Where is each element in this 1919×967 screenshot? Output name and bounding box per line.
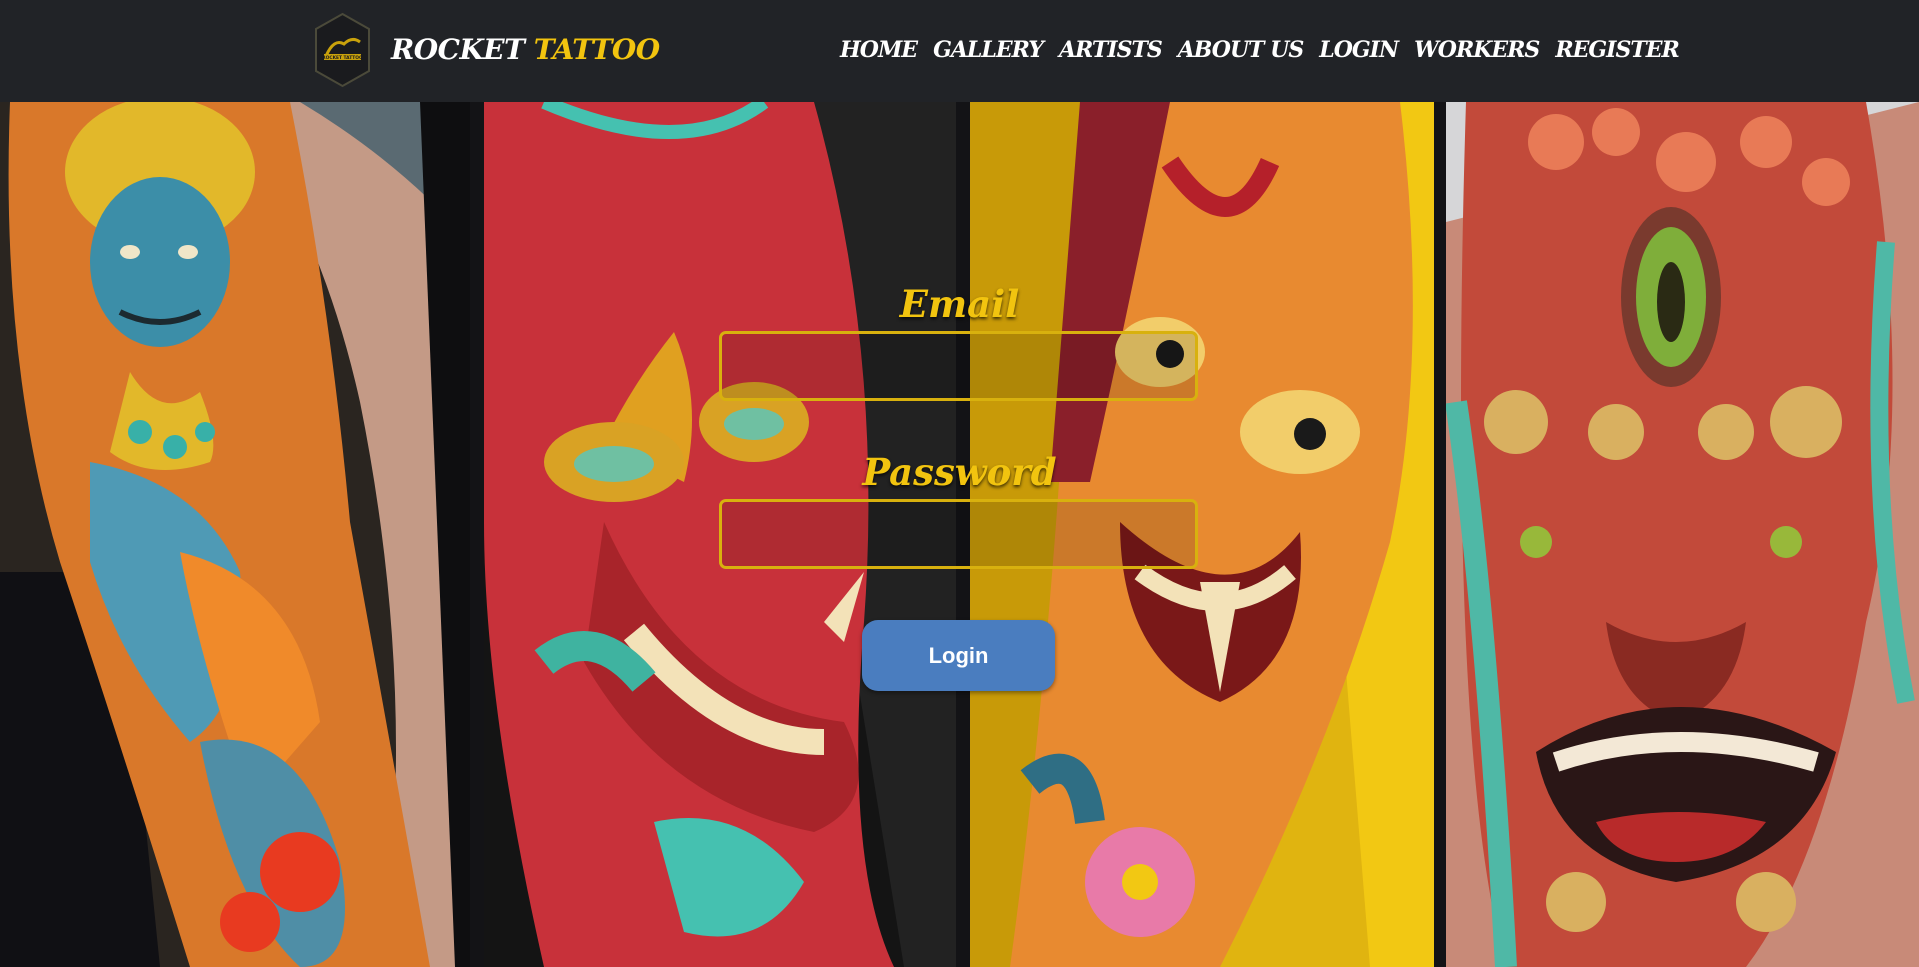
- site-header: ROCKET TATTOO ROCKET TATTOO HOME GALLERY…: [0, 0, 1919, 102]
- nav-item-register[interactable]: REGISTER: [1555, 30, 1679, 70]
- nav-item-login[interactable]: LOGIN: [1319, 30, 1399, 70]
- nav-item-gallery[interactable]: GALLERY: [933, 30, 1044, 70]
- brand-name-rocket: ROCKET: [391, 33, 525, 66]
- nav-item-about-us[interactable]: ABOUT US: [1178, 30, 1305, 70]
- gallery-divider: [470, 102, 484, 967]
- rocket-tattoo-logo[interactable]: ROCKET TATTOO: [314, 12, 371, 88]
- nav-item-workers[interactable]: WORKERS: [1414, 30, 1540, 70]
- brand-name-tattoo: TATTOO: [533, 33, 660, 66]
- logo-text: ROCKET TATTOO: [322, 55, 363, 61]
- gallery-divider: [1434, 102, 1446, 967]
- email-field[interactable]: [719, 331, 1198, 401]
- gallery-image-blue-oni: [0, 102, 470, 967]
- login-button[interactable]: Login: [862, 620, 1055, 691]
- brand-name[interactable]: ROCKET TATTOO: [391, 30, 660, 70]
- gallery-image-foo-dog: [1446, 102, 1919, 967]
- nav-item-artists[interactable]: ARTISTS: [1059, 30, 1163, 70]
- main-nav: HOME GALLERY ARTISTS ABOUT US LOGIN WORK…: [840, 30, 1695, 70]
- nav-item-home[interactable]: HOME: [840, 30, 918, 70]
- password-field[interactable]: [719, 499, 1198, 569]
